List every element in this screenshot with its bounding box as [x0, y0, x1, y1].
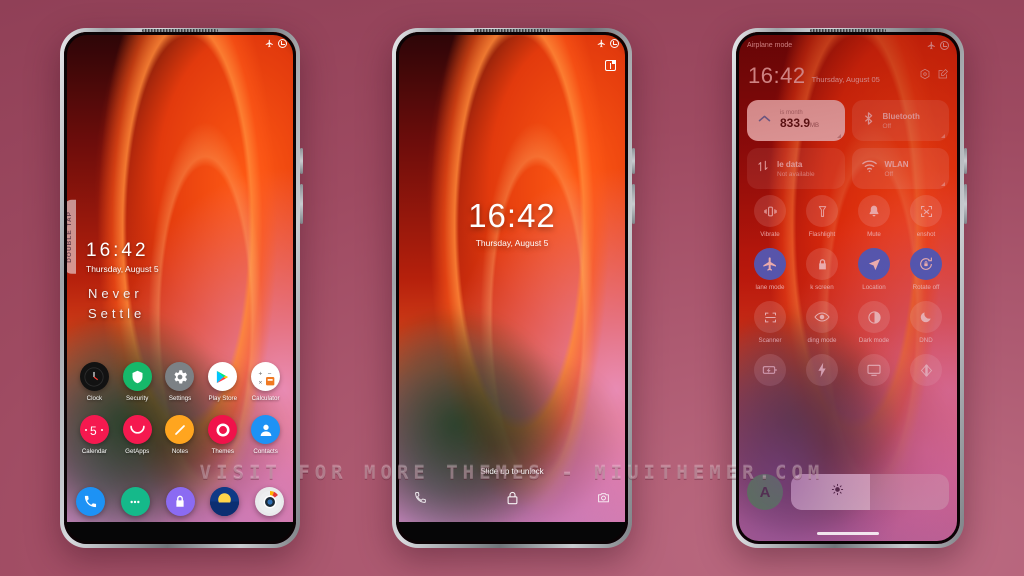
phone1-screen[interactable]: DOUBLE TAP 16:42 Thursday, August 5 Neve…: [64, 32, 296, 544]
svg-text:+: +: [258, 370, 262, 377]
app-grid: Clock Security Settings Play Store + − ×…: [73, 362, 287, 455]
lock-shortcuts: [396, 478, 628, 522]
app-label: Security: [126, 395, 149, 402]
app-label: Contacts: [253, 448, 278, 455]
app-icon-themes[interactable]: Themes: [201, 415, 244, 455]
battery-circle-icon: [610, 38, 619, 48]
dock-icon-gallery[interactable]: [210, 487, 240, 516]
home-clock-widget[interactable]: 16:42 Thursday, August 5: [86, 240, 159, 274]
app-label: Settings: [168, 395, 192, 402]
phone1-statusbar: [64, 32, 296, 54]
control-center-panel: [736, 32, 960, 544]
dock-icon-messages[interactable]: [120, 487, 150, 516]
app-label: Themes: [211, 448, 234, 455]
app-icon-security[interactable]: Security: [116, 362, 159, 402]
app-icon-getapps[interactable]: GetApps: [116, 415, 159, 455]
airplane-icon: [265, 39, 274, 48]
phone-icon[interactable]: [414, 491, 427, 509]
app-label: GetApps: [125, 448, 150, 455]
home-clock-date: Thursday, August 5: [86, 264, 159, 274]
lock-clock: 16:42 Thursday, August 5: [396, 197, 628, 248]
lock-clock-time: 16:42: [468, 197, 556, 234]
app-icon-clock[interactable]: Clock: [73, 362, 116, 402]
app-label: Clock: [86, 395, 103, 402]
lock-clock-date: Thursday, August 5: [475, 238, 549, 248]
lock-icon[interactable]: [505, 490, 520, 511]
earpiece-grille: [474, 29, 550, 32]
app-icon-contacts[interactable]: Contacts: [244, 415, 287, 455]
contacts-icon: [251, 415, 281, 444]
earpiece-grille: [810, 29, 886, 32]
svg-text:−: −: [267, 370, 271, 377]
battery-circle-icon: [278, 38, 287, 48]
phone2-statusbar: [396, 32, 628, 54]
tagline-text: Never Settle: [88, 284, 145, 324]
earpiece-grille: [142, 29, 218, 32]
phone-mockup-control-center: Airplane mode 16:42 Thursday, August 05: [732, 28, 967, 548]
oneplus-logo-icon: [605, 60, 616, 71]
app-icon-calculator[interactable]: + − × Calculator: [244, 362, 287, 402]
dock-icon-security-lock[interactable]: [165, 487, 195, 516]
app-label: Play Store: [208, 395, 238, 402]
dock: [76, 487, 284, 516]
getapps-icon: [122, 415, 152, 444]
phone-mockup-lock: 16:42 Thursday, August 5 Slide up to unl…: [392, 28, 635, 548]
phone3-screen[interactable]: Airplane mode 16:42 Thursday, August 05: [736, 32, 960, 544]
dock-icon-camera[interactable]: [255, 487, 284, 516]
camera-icon[interactable]: [597, 491, 610, 509]
app-label: Notes: [171, 448, 189, 455]
svg-text:5: 5: [90, 424, 97, 438]
tagline-line2: Settle: [88, 306, 146, 321]
app-icon-play-store[interactable]: Play Store: [201, 362, 244, 402]
notes-icon: [165, 415, 195, 444]
phone2-screen[interactable]: 16:42 Thursday, August 5 Slide up to unl…: [396, 32, 628, 544]
tagline-line1: Never: [88, 286, 143, 301]
svg-text:×: ×: [258, 379, 262, 386]
airplane-icon: [597, 39, 606, 48]
themes-icon: [208, 415, 238, 444]
app-icon-calendar[interactable]: 5 Calendar: [73, 415, 116, 455]
phone-mockup-home: DOUBLE TAP 16:42 Thursday, August 5 Neve…: [60, 28, 303, 548]
clock-icon: [79, 362, 109, 391]
navigation-bar: [64, 522, 296, 544]
app-icon-settings[interactable]: Settings: [159, 362, 202, 402]
unlock-hint: Slide up to unlock: [480, 467, 544, 476]
shield-icon: [122, 362, 152, 391]
navigation-bar: [396, 522, 628, 544]
dock-icon-phone[interactable]: [76, 487, 105, 516]
double-tap-tab[interactable]: DOUBLE TAP: [64, 200, 76, 274]
calendar-icon: 5: [79, 415, 109, 444]
home-indicator[interactable]: [817, 532, 879, 535]
gear-icon: [165, 362, 195, 391]
app-label: Calculator: [251, 395, 280, 402]
app-label: Calendar: [81, 448, 107, 455]
home-clock-time: 16:42: [86, 240, 149, 261]
app-icon-notes[interactable]: Notes: [159, 415, 202, 455]
play-store-icon: [208, 362, 238, 391]
calculator-icon: + − ×: [251, 362, 281, 391]
